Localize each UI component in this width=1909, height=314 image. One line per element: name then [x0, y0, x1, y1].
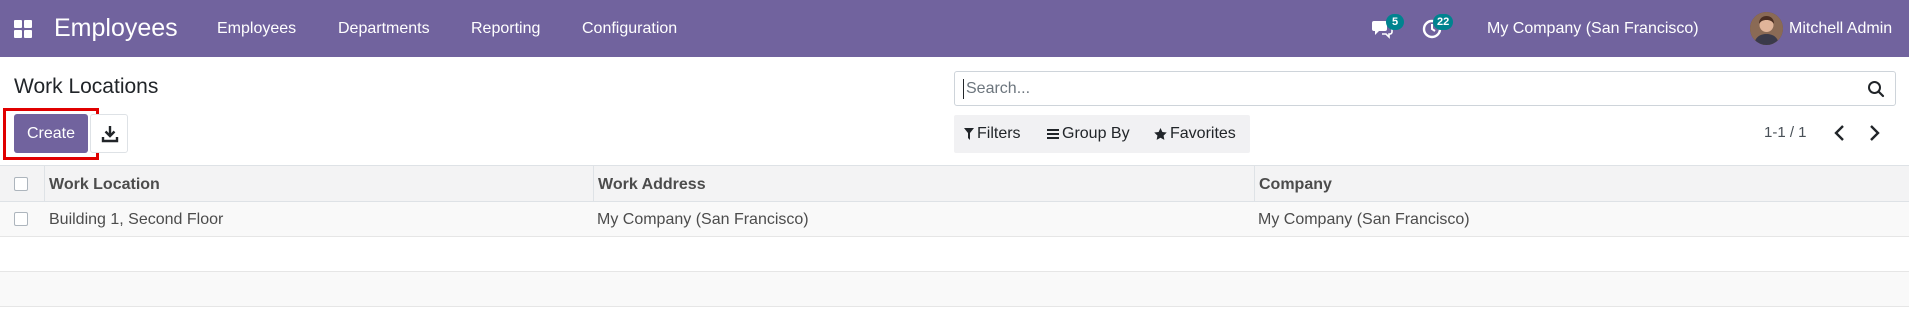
group-by-icon — [1047, 129, 1059, 139]
column-header-work-address[interactable]: Work Address — [598, 176, 706, 194]
menu-reporting[interactable]: Reporting — [471, 20, 540, 38]
column-separator — [1254, 166, 1255, 201]
cell-work-location: Building 1, Second Floor — [49, 211, 224, 228]
select-all-checkbox[interactable] — [14, 177, 28, 191]
download-icon — [101, 126, 119, 143]
search-icon[interactable] — [1867, 80, 1885, 98]
row-checkbox[interactable] — [14, 212, 28, 226]
filters-label: Filters — [977, 125, 1021, 142]
messages-badge: 5 — [1386, 14, 1404, 30]
cell-company: My Company (San Francisco) — [1258, 211, 1470, 228]
search-input[interactable] — [963, 79, 1843, 99]
cell-work-address: My Company (San Francisco) — [597, 211, 809, 228]
download-button[interactable] — [90, 114, 128, 153]
app-title[interactable]: Employees — [54, 14, 178, 43]
search-options-bar: Filters Group By Favorites — [954, 115, 1250, 153]
filter-icon — [964, 128, 974, 140]
empty-row — [0, 272, 1909, 307]
pager-next-icon[interactable] — [1866, 123, 1882, 143]
column-separator — [44, 166, 45, 201]
pager-previous-icon[interactable] — [1832, 123, 1848, 143]
menu-employees[interactable]: Employees — [217, 20, 296, 38]
filters-toggle[interactable]: Filters — [964, 125, 1021, 143]
list-header: Work Location Work Address Company — [0, 165, 1909, 202]
pager-value[interactable]: 1-1 / 1 — [1764, 124, 1807, 141]
avatar[interactable] — [1750, 12, 1783, 45]
column-separator — [593, 166, 594, 201]
page-title: Work Locations — [14, 75, 159, 98]
column-header-work-location[interactable]: Work Location — [49, 176, 160, 194]
group-by-label: Group By — [1062, 125, 1130, 142]
menu-departments[interactable]: Departments — [338, 20, 430, 38]
search-box — [954, 71, 1896, 106]
column-header-company[interactable]: Company — [1259, 176, 1332, 194]
top-navbar: Employees Employees Departments Reportin… — [0, 0, 1909, 57]
user-menu[interactable]: Mitchell Admin — [1789, 20, 1892, 38]
table-row[interactable]: Building 1, Second Floor My Company (San… — [0, 202, 1909, 237]
star-icon — [1154, 128, 1167, 140]
favorites-toggle[interactable]: Favorites — [1154, 125, 1236, 143]
empty-row — [0, 237, 1909, 272]
apps-grid-icon[interactable] — [14, 20, 32, 38]
menu-configuration[interactable]: Configuration — [582, 20, 677, 38]
group-by-toggle[interactable]: Group By — [1047, 125, 1130, 143]
activities-badge: 22 — [1433, 14, 1454, 30]
company-switcher[interactable]: My Company (San Francisco) — [1487, 20, 1699, 38]
create-button[interactable]: Create — [14, 114, 88, 153]
favorites-label: Favorites — [1170, 125, 1236, 142]
